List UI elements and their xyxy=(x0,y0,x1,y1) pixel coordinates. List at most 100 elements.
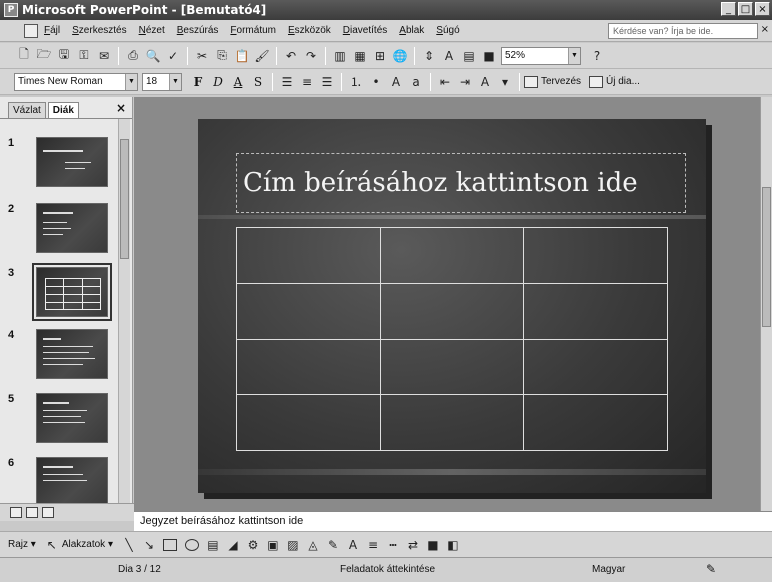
current-slide[interactable]: Cím beírásához kattintson ide xyxy=(198,119,706,493)
arrow-style-icon[interactable]: ⇄ xyxy=(403,535,423,555)
align-right-icon[interactable]: ☰ xyxy=(317,72,337,92)
line-color-icon[interactable]: ✎ xyxy=(323,535,343,555)
scrollbar-thumb[interactable] xyxy=(120,139,129,259)
slide-thumbnail-row[interactable]: 2 xyxy=(0,203,120,261)
font-color-icon[interactable]: A xyxy=(343,535,363,555)
format-painter-icon[interactable]: 🖌 xyxy=(252,46,272,66)
font-color-icon[interactable]: A xyxy=(475,72,495,92)
help-icon[interactable]: ? xyxy=(587,46,607,66)
slide-thumbnail-row[interactable]: 1 xyxy=(0,137,120,195)
slide-table[interactable] xyxy=(236,227,668,451)
copy-icon[interactable]: ⎘ xyxy=(212,46,232,66)
open-icon[interactable]: 🗁 xyxy=(34,46,54,66)
slide-sorter-icon[interactable] xyxy=(26,507,38,518)
shadow-button[interactable]: S xyxy=(248,72,268,92)
bullets-icon[interactable]: • xyxy=(366,72,386,92)
close-button[interactable]: × xyxy=(755,2,770,16)
close-pane-icon[interactable]: × xyxy=(116,101,126,115)
select-arrow-icon[interactable]: ↖ xyxy=(42,535,62,555)
menu-format[interactable]: Formátum xyxy=(230,25,276,36)
hyperlink-icon[interactable]: 🌐 xyxy=(390,46,410,66)
redo-icon[interactable]: ↷ xyxy=(301,46,321,66)
spelling-status-icon[interactable]: ✎ xyxy=(706,562,716,576)
decrease-font-icon[interactable]: a xyxy=(406,72,426,92)
print-icon[interactable]: ⎙ xyxy=(123,46,143,66)
slide-thumbnail[interactable] xyxy=(36,203,108,253)
table-cell[interactable] xyxy=(236,227,381,284)
chevron-down-icon[interactable]: ▼ xyxy=(125,73,137,90)
arrow-icon[interactable]: ↘ xyxy=(139,535,159,555)
table-cell[interactable] xyxy=(379,282,525,340)
slide-scrollbar[interactable] xyxy=(760,97,772,511)
show-formatting-icon[interactable]: A xyxy=(439,46,459,66)
chevron-down-icon[interactable]: ▾ xyxy=(495,72,515,92)
slide-thumbnail[interactable] xyxy=(36,329,108,379)
slideshow-icon[interactable] xyxy=(42,507,54,518)
table-icon[interactable]: ▦ xyxy=(350,46,370,66)
table-cell[interactable] xyxy=(236,338,381,396)
chevron-down-icon[interactable]: ▼ xyxy=(568,47,580,64)
picture-icon[interactable]: ▨ xyxy=(283,535,303,555)
table-cell[interactable] xyxy=(523,227,668,284)
table-cell[interactable] xyxy=(379,338,525,396)
tab-slides[interactable]: Diák xyxy=(47,102,79,118)
font-name-select[interactable]: Times New Roman ▼ xyxy=(14,72,138,91)
notes-placeholder[interactable]: Jegyzet beírásához kattintson ide xyxy=(140,515,303,527)
clipart-icon[interactable]: ▣ xyxy=(263,535,283,555)
thumbnails-scrollbar[interactable] xyxy=(118,119,130,503)
slide-thumbnail[interactable] xyxy=(36,137,108,187)
slide-title[interactable]: Cím beírásához kattintson ide xyxy=(243,168,638,198)
slide-thumbnail-row[interactable]: 4 xyxy=(0,329,120,387)
email-icon[interactable]: ✉ xyxy=(94,46,114,66)
align-center-icon[interactable]: ≡ xyxy=(297,72,317,92)
slide-thumbnail-row[interactable]: 5 xyxy=(0,393,120,451)
rectangle-icon[interactable] xyxy=(162,538,177,551)
table-cell[interactable] xyxy=(379,394,525,451)
menu-help[interactable]: Súgó xyxy=(436,25,459,36)
line-icon[interactable]: ╲ xyxy=(119,535,139,555)
expand-all-icon[interactable]: ⇕ xyxy=(419,46,439,66)
notes-pane[interactable]: Jegyzet beírásához kattintson ide xyxy=(134,511,772,531)
document-icon[interactable] xyxy=(24,23,38,38)
menu-slideshow[interactable]: Diavetítés xyxy=(343,25,387,36)
print-preview-icon[interactable]: 🔍 xyxy=(143,46,163,66)
menu-edit[interactable]: Szerkesztés xyxy=(72,25,126,36)
numbering-icon[interactable]: ⒈ xyxy=(346,72,366,92)
chart-icon[interactable]: ▥ xyxy=(330,46,350,66)
increase-indent-icon[interactable]: ⇥ xyxy=(455,72,475,92)
textbox-icon[interactable]: ▤ xyxy=(203,535,223,555)
align-left-icon[interactable]: ☰ xyxy=(277,72,297,92)
draw-menu-button[interactable]: Rajz ▾ xyxy=(8,539,36,550)
menu-insert[interactable]: Beszúrás xyxy=(177,25,219,36)
underline-button[interactable]: A xyxy=(228,72,248,92)
paste-icon[interactable]: 📋 xyxy=(232,46,252,66)
3d-icon[interactable]: ◧ xyxy=(443,535,463,555)
table-cell[interactable] xyxy=(379,227,525,284)
zoom-select[interactable]: 52% ▼ xyxy=(501,46,581,65)
new-slide-button[interactable]: Új dia... xyxy=(589,75,640,88)
document-close-icon[interactable]: × xyxy=(761,24,769,35)
title-placeholder[interactable]: Cím beírásához kattintson ide xyxy=(236,153,686,213)
shadow-icon[interactable]: ■ xyxy=(423,535,443,555)
bold-button[interactable]: F xyxy=(188,72,208,92)
line-style-icon[interactable]: ≡ xyxy=(363,535,383,555)
powerpoint-app-icon[interactable]: P xyxy=(4,3,18,17)
color-grayscale-icon[interactable]: ■ xyxy=(479,46,499,66)
menu-tools[interactable]: Eszközök xyxy=(288,25,331,36)
permission-icon[interactable]: ⚿ xyxy=(74,46,94,66)
tables-borders-icon[interactable]: ⊞ xyxy=(370,46,390,66)
cut-icon[interactable]: ✂ xyxy=(192,46,212,66)
slide-thumbnail[interactable] xyxy=(36,393,108,443)
menu-window[interactable]: Ablak xyxy=(399,25,424,36)
font-size-select[interactable]: 18 ▼ xyxy=(142,72,182,91)
help-search-input[interactable]: Kérdése van? Írja be ide. xyxy=(608,23,758,39)
table-cell[interactable] xyxy=(236,282,381,340)
table-cell[interactable] xyxy=(523,338,668,396)
wordart-icon[interactable]: ◢ xyxy=(223,535,243,555)
design-button[interactable]: Tervezés xyxy=(524,75,581,88)
slide-thumbnail-row[interactable]: 3 xyxy=(0,263,120,325)
minimize-button[interactable]: _ xyxy=(721,2,736,16)
undo-icon[interactable]: ↶ xyxy=(281,46,301,66)
save-icon[interactable]: 🖫 xyxy=(54,46,74,66)
restore-button[interactable]: □ xyxy=(738,2,753,16)
